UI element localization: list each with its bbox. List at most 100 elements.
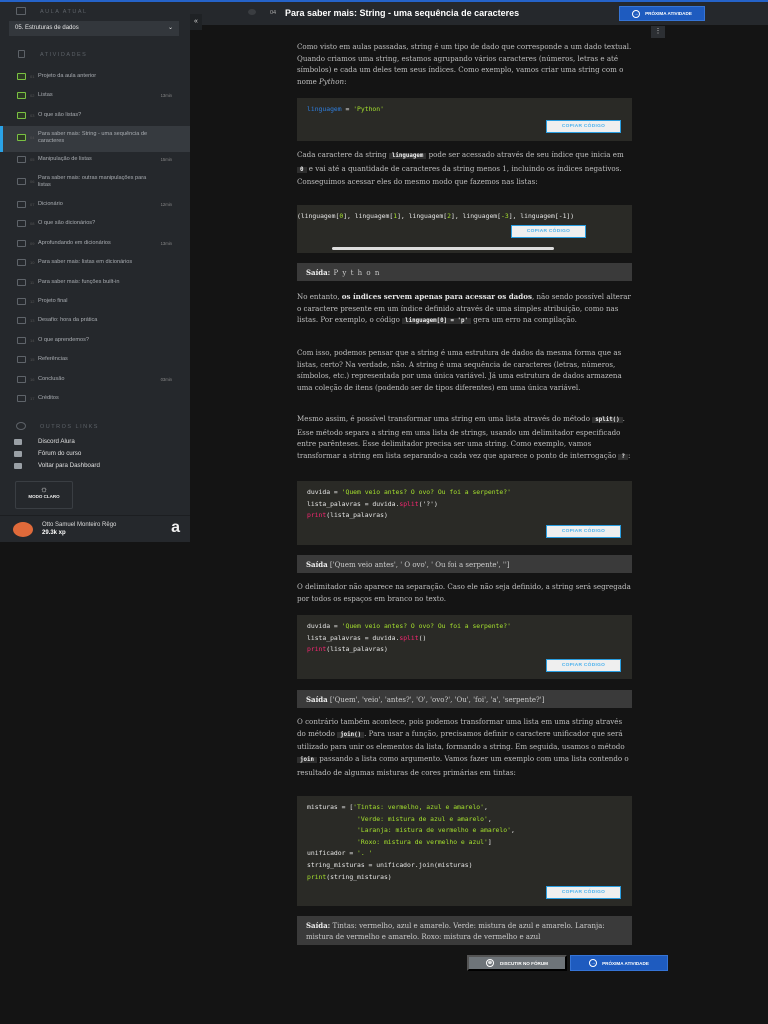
activity-type-icon xyxy=(17,73,26,80)
sidebar-item[interactable]: 16 Conclusão 03min xyxy=(0,371,190,389)
link-label: Voltar para Dashboard xyxy=(38,462,100,469)
item-number: 14 xyxy=(30,338,35,343)
code-block: duvida = 'Quem veio antes? O ovo? Ou foi… xyxy=(297,615,632,679)
collapse-sidebar-button[interactable]: « xyxy=(190,14,202,30)
light-mode-label: MODO CLARO xyxy=(28,494,60,499)
sidebar: AULA ATUAL 05. Estruturas de dados ⌄ ATIV… xyxy=(0,2,190,542)
output-box: Saída ['Quem veio antes', ' O ovo', ' Ou… xyxy=(297,555,632,573)
code-block: linguagem = 'Python' COPIAR CÓDIGO xyxy=(297,98,632,141)
sidebar-item[interactable]: 12 Projeto final xyxy=(0,293,190,311)
output-box: Saída: P y t h o n xyxy=(297,263,632,281)
dashboard-link[interactable]: Voltar para Dashboard xyxy=(14,462,100,469)
globe-icon: ⊕ xyxy=(486,959,494,967)
copy-code-button[interactable]: COPIAR CÓDIGO xyxy=(546,120,621,133)
activity-type-icon xyxy=(17,337,26,344)
sidebar-item[interactable]: 04 Para saber mais: String - uma sequênci… xyxy=(0,126,190,152)
item-label: O que são dicionários? xyxy=(38,220,96,226)
next-activity-button-top[interactable]: → PRÓXIMA ATIVIDADE xyxy=(619,6,705,21)
item-duration: 13min xyxy=(160,241,172,246)
item-label: Projeto final xyxy=(38,298,68,304)
chevron-down-icon: ⌄ xyxy=(167,25,173,31)
sidebar-item[interactable]: 10 Para saber mais: listas em dicionários xyxy=(0,254,190,272)
item-label: Para saber mais: outras manipulações par… xyxy=(38,175,147,188)
sidebar-item[interactable]: 08 O que são dicionários? xyxy=(0,215,190,233)
dashboard-icon xyxy=(14,463,22,469)
item-number: 12 xyxy=(30,299,35,304)
item-label: Para saber mais: funções built-in xyxy=(38,279,120,285)
lesson-select-value: 05. Estruturas de dados xyxy=(15,25,79,31)
current-lesson-label: AULA ATUAL xyxy=(40,9,88,15)
paragraph-index: Cada caractere da string linguagem pode … xyxy=(297,150,624,187)
sidebar-item[interactable]: 09 Aprofundando em dicionários 13min xyxy=(0,235,190,253)
discord-link[interactable]: Discord Alura xyxy=(14,438,75,445)
sidebar-item[interactable]: 01 Projeto da aula anterior xyxy=(0,68,190,86)
item-label: Listas xyxy=(38,92,53,98)
sidebar-item[interactable]: 02 Listas 13min xyxy=(0,87,190,105)
sidebar-item[interactable]: 07 Dicionário 12min xyxy=(0,196,190,214)
lesson-select[interactable]: 05. Estruturas de dados ⌄ xyxy=(9,21,179,36)
discuss-forum-button[interactable]: ⊕ DISCUTIR NO FÓRUM xyxy=(467,955,567,971)
horizontal-scrollbar[interactable] xyxy=(332,247,554,250)
activity-type-icon xyxy=(17,92,26,99)
page-title: Para saber mais: String - uma sequência … xyxy=(285,8,520,18)
next-activity-label: PRÓXIMA ATIVIDADE xyxy=(602,960,649,966)
copy-code-button[interactable]: COPIAR CÓDIGO xyxy=(546,886,621,899)
item-number: 06 xyxy=(30,179,35,184)
activity-header: 04 Para saber mais: String - uma sequênc… xyxy=(190,2,768,25)
activity-type-icon xyxy=(17,317,26,324)
item-label: Projeto da aula anterior xyxy=(38,73,97,79)
arrow-right-icon: → xyxy=(632,9,641,18)
item-number: 17 xyxy=(30,396,35,401)
sidebar-item[interactable]: 13 Desafio: hora da prática xyxy=(0,312,190,330)
copy-code-button[interactable]: COPIAR CÓDIGO xyxy=(511,225,586,238)
code-block: misturas = ['Tintas: vermelho, azul e am… xyxy=(297,796,632,906)
activity-type-icon xyxy=(17,112,26,119)
more-options-button[interactable]: ⋮ xyxy=(651,26,665,38)
sun-icon: ☼ xyxy=(39,484,49,494)
item-number: 01 xyxy=(30,74,35,79)
other-links-label: OUTROS LINKS xyxy=(40,424,99,430)
arrow-right-icon: → xyxy=(589,959,598,967)
item-number: 15 xyxy=(30,357,35,362)
activity-type-icon xyxy=(17,134,26,141)
user-xp: 29.3k xp xyxy=(42,530,66,536)
paragraph-intro: Como visto em aulas passadas, string é u… xyxy=(297,42,632,87)
copy-code-button[interactable]: COPIAR CÓDIGO xyxy=(546,659,621,672)
link-label: Discord Alura xyxy=(38,438,75,445)
alura-logo: a xyxy=(171,519,180,536)
activity-type-icon xyxy=(17,279,26,286)
sidebar-item[interactable]: 17 Créditos xyxy=(0,390,190,408)
sidebar-item[interactable]: 15 Referências xyxy=(0,351,190,369)
item-number: 05 xyxy=(30,157,35,162)
next-activity-label: PRÓXIMA ATIVIDADE xyxy=(645,11,692,16)
output-box: Saída ['Quem', 'veio', 'antes?', 'O', 'o… xyxy=(297,690,632,708)
sidebar-item[interactable]: 05 Manipulação de listas 15min xyxy=(0,151,190,169)
activity-type-icon xyxy=(17,298,26,305)
activity-type-icon xyxy=(17,240,26,247)
item-label: Dicionário xyxy=(38,201,63,207)
item-label: Manipulação de listas xyxy=(38,156,92,162)
user-profile[interactable]: Otto Samuel Monteiro Rêgo 29.3k xp a xyxy=(0,515,190,542)
forum-link[interactable]: Fórum do curso xyxy=(14,450,81,457)
activity-type-icon xyxy=(17,395,26,402)
copy-code-button[interactable]: COPIAR CÓDIGO xyxy=(546,525,621,538)
sidebar-item[interactable]: 03 O que são listas? xyxy=(0,107,190,125)
sidebar-item[interactable]: 11 Para saber mais: funções built-in xyxy=(0,274,190,292)
forum-button-label: DISCUTIR NO FÓRUM xyxy=(500,960,548,966)
paragraph-delimiter: O delimitador não aparece na separação. … xyxy=(297,582,631,603)
item-number: 03 xyxy=(30,113,35,118)
avatar xyxy=(13,522,33,537)
discord-icon xyxy=(14,439,22,445)
sidebar-item[interactable]: 06 Para saber mais: outras manipulações p… xyxy=(0,170,190,192)
next-activity-button[interactable]: → PRÓXIMA ATIVIDADE xyxy=(570,955,668,971)
current-lesson-icon xyxy=(16,7,26,15)
item-label: Referências xyxy=(38,356,68,362)
output-box: Saída: Tintas: vermelho, azul e amarelo.… xyxy=(297,916,632,945)
activity-number: 04 xyxy=(270,10,277,16)
item-label: Para saber mais: listas em dicionários xyxy=(38,259,133,265)
activity-type-icon xyxy=(17,201,26,208)
item-duration: 15min xyxy=(160,157,172,162)
sidebar-item[interactable]: 14 O que aprendemos? xyxy=(0,332,190,350)
light-mode-button[interactable]: ☼ MODO CLARO xyxy=(15,481,73,509)
item-number: 13 xyxy=(30,318,35,323)
